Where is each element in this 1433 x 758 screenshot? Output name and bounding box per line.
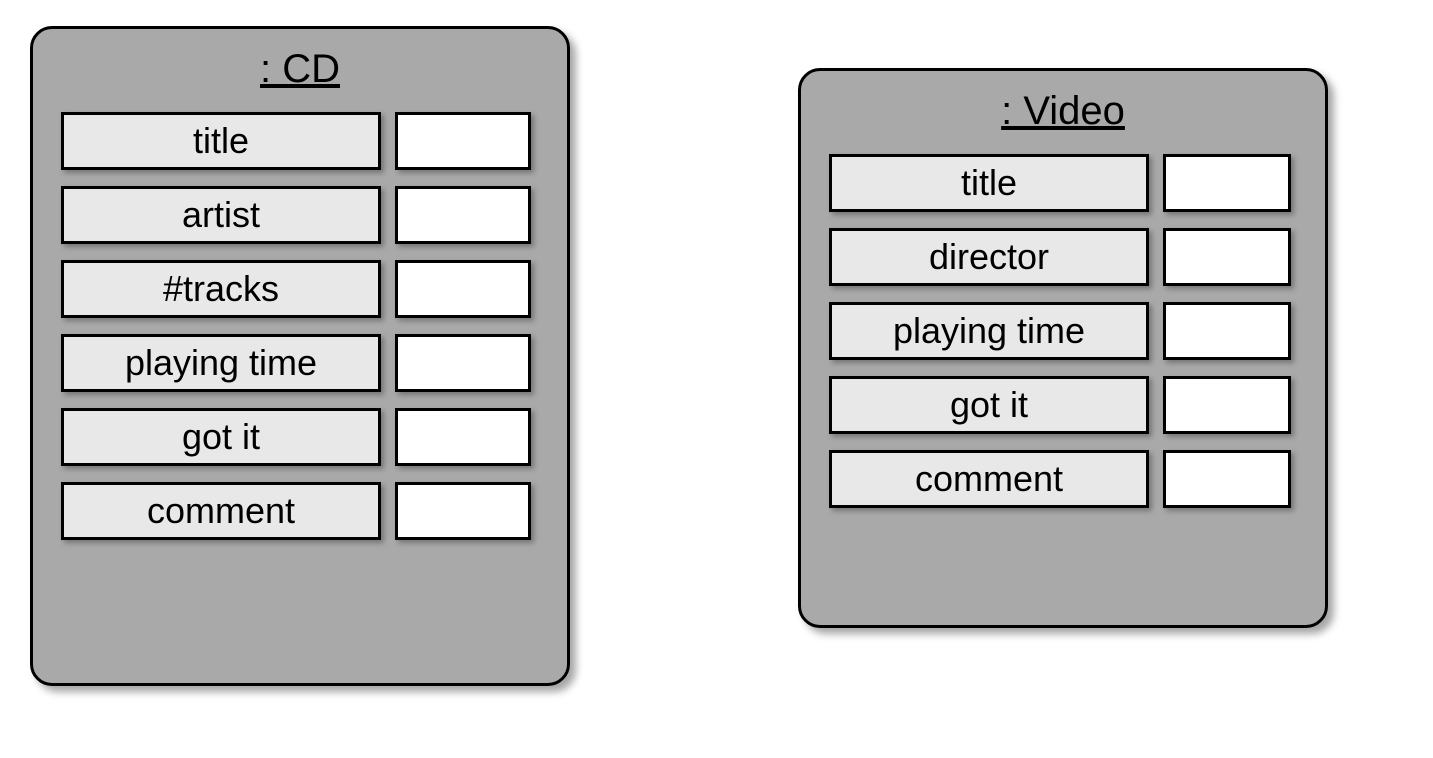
cd-field-value	[395, 186, 531, 244]
object-box-video: : Video title director playing time got …	[798, 68, 1328, 628]
video-fields: title director playing time got it comme…	[829, 154, 1297, 508]
cd-field-row: comment	[61, 482, 539, 540]
cd-field-label: title	[61, 112, 381, 170]
video-field-row: title	[829, 154, 1297, 212]
video-field-label: playing time	[829, 302, 1149, 360]
video-field-value	[1163, 376, 1291, 434]
cd-field-row: artist	[61, 186, 539, 244]
object-heading-cd: : CD	[260, 47, 340, 92]
video-field-label: title	[829, 154, 1149, 212]
cd-field-value	[395, 260, 531, 318]
cd-field-label: got it	[61, 408, 381, 466]
cd-field-label: comment	[61, 482, 381, 540]
cd-field-label: #tracks	[61, 260, 381, 318]
object-box-cd: : CD title artist #tracks playing time g…	[30, 26, 570, 686]
cd-field-row: playing time	[61, 334, 539, 392]
video-field-row: comment	[829, 450, 1297, 508]
cd-field-row: #tracks	[61, 260, 539, 318]
video-field-label: got it	[829, 376, 1149, 434]
object-heading-video: : Video	[1001, 89, 1125, 134]
cd-fields: title artist #tracks playing time got it…	[61, 112, 539, 540]
cd-field-label: artist	[61, 186, 381, 244]
video-field-value	[1163, 154, 1291, 212]
video-field-value	[1163, 302, 1291, 360]
cd-field-value	[395, 408, 531, 466]
cd-field-row: got it	[61, 408, 539, 466]
video-field-value	[1163, 450, 1291, 508]
video-field-value	[1163, 228, 1291, 286]
cd-field-value	[395, 334, 531, 392]
cd-field-value	[395, 112, 531, 170]
video-field-label: comment	[829, 450, 1149, 508]
video-field-label: director	[829, 228, 1149, 286]
video-field-row: got it	[829, 376, 1297, 434]
diagram-canvas: : CD title artist #tracks playing time g…	[0, 0, 1433, 758]
cd-field-label: playing time	[61, 334, 381, 392]
video-field-row: director	[829, 228, 1297, 286]
cd-field-row: title	[61, 112, 539, 170]
cd-field-value	[395, 482, 531, 540]
video-field-row: playing time	[829, 302, 1297, 360]
